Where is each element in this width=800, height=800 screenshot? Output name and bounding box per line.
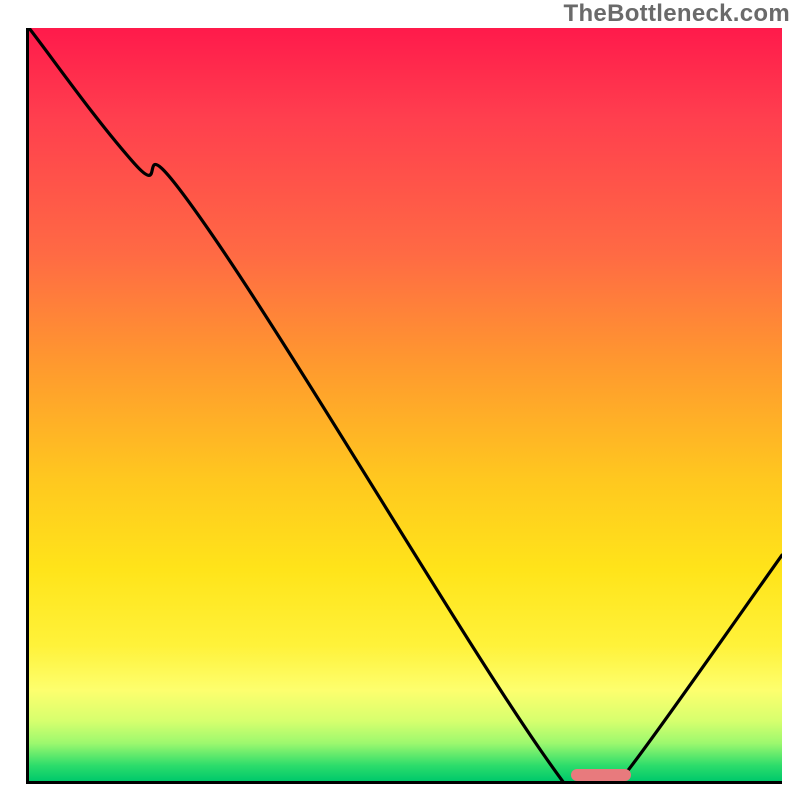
plot-area: [26, 28, 782, 784]
watermark-text: TheBottleneck.com: [564, 0, 790, 28]
optimal-range-marker: [571, 769, 631, 781]
bottleneck-curve: [29, 28, 782, 781]
chart-container: TheBottleneck.com: [0, 0, 800, 800]
